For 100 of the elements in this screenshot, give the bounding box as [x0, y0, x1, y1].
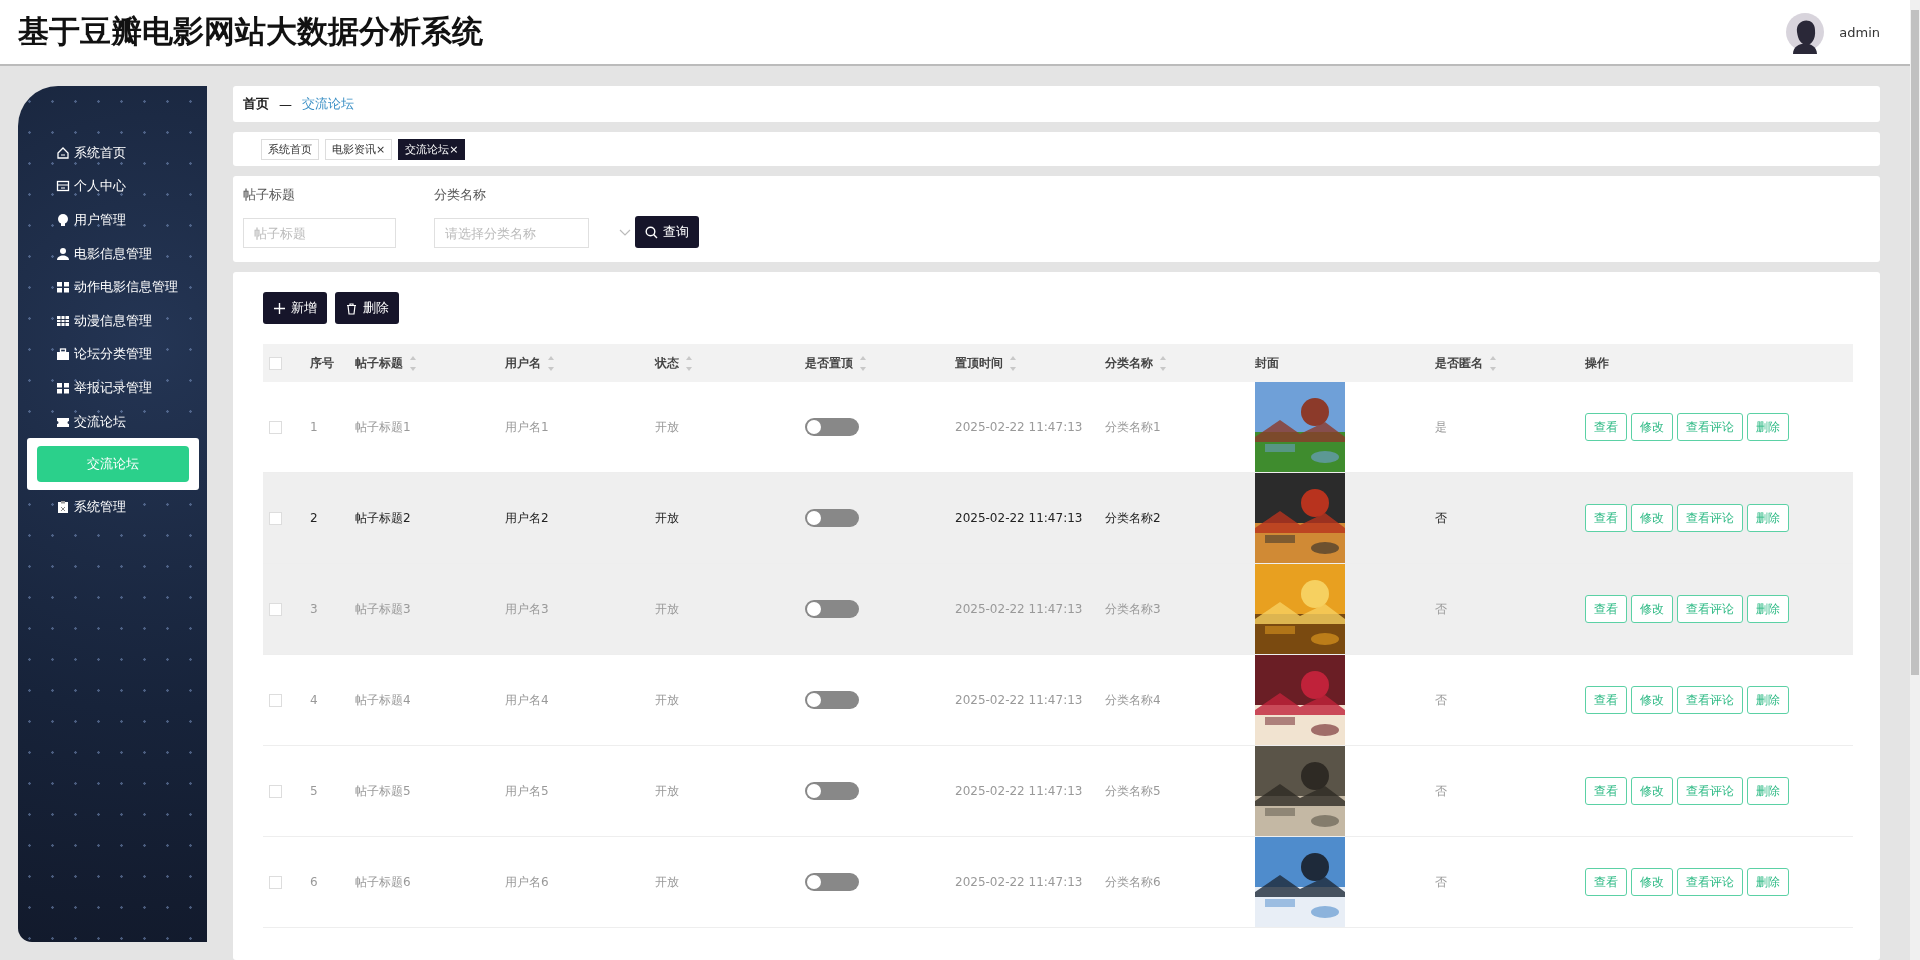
edit-button[interactable]: 修改 [1631, 686, 1673, 714]
chevron-down-icon [619, 229, 631, 237]
row-checkbox[interactable] [269, 693, 282, 707]
delete-button[interactable]: 删除 [1747, 504, 1789, 532]
input-field[interactable]: 帖子标题 [243, 218, 396, 248]
add-button[interactable]: 新增 [263, 292, 327, 324]
select-all-checkbox[interactable] [269, 356, 282, 370]
view-button[interactable]: 查看 [1585, 686, 1627, 714]
view-button[interactable]: 查看 [1585, 777, 1627, 805]
table-row[interactable]: 5 帖子标题5 用户名5 开放 2025-02-22 11:47:13 分类名称5 否 查看 修改 查看评论 删除 [263, 745, 1853, 837]
table-cell: 开放 [655, 783, 679, 798]
table-cell: 3 [310, 602, 318, 616]
search-button[interactable]: 查询 [635, 216, 699, 248]
toggle-switch[interactable] [805, 782, 859, 800]
table-cell: 帖子标题2 [355, 510, 411, 525]
table-cell: 分类名称4 [1105, 692, 1161, 707]
delete-button[interactable]: 删除 [335, 292, 399, 324]
trash-icon [345, 301, 358, 315]
view-button[interactable]: 查看 [1585, 595, 1627, 623]
table-cell: 帖子标题1 [355, 419, 411, 434]
column-header[interactable]: 是否置顶 [805, 354, 867, 372]
table-cell: 5 [310, 784, 318, 798]
sidebar-item[interactable]: 动漫信息管理 [18, 303, 207, 338]
column-header[interactable]: 分类名称 [1105, 354, 1167, 372]
toggle-switch[interactable] [805, 418, 859, 436]
table-cell: 分类名称5 [1105, 783, 1161, 798]
column-header: 序号 [310, 355, 334, 370]
view-button[interactable]: 查看 [1585, 413, 1627, 441]
table-row[interactable]: 2 帖子标题2 用户名2 开放 2025-02-22 11:47:13 分类名称2 否 查看 修改 查看评论 删除 [263, 472, 1853, 564]
edit-button[interactable]: 修改 [1631, 504, 1673, 532]
toggle-switch[interactable] [805, 600, 859, 618]
close-icon[interactable]: × [376, 142, 386, 156]
table-cell: 6 [310, 875, 318, 889]
page-tab[interactable]: 系统首页 [261, 138, 319, 160]
edit-button[interactable]: 修改 [1631, 413, 1673, 441]
delete-button[interactable]: 删除 [1747, 777, 1789, 805]
toggle-switch[interactable] [805, 873, 859, 891]
column-header[interactable]: 用户名 [505, 354, 555, 372]
row-checkbox[interactable] [269, 511, 282, 525]
edit-button[interactable]: 修改 [1631, 868, 1673, 896]
comments-button[interactable]: 查看评论 [1677, 413, 1743, 441]
comments-button[interactable]: 查看评论 [1677, 686, 1743, 714]
table-row[interactable]: 1 帖子标题1 用户名1 开放 2025-02-22 11:47:13 分类名称1 是 查看 修改 查看评论 删除 [263, 382, 1853, 473]
breadcrumb-current: 交流论坛 [302, 95, 354, 113]
column-header[interactable]: 置顶时间 [955, 354, 1017, 372]
column-header[interactable]: 是否匿名 [1435, 354, 1497, 372]
column-header[interactable]: 状态 [655, 354, 693, 372]
comments-button[interactable]: 查看评论 [1677, 504, 1743, 532]
row-checkbox[interactable] [269, 784, 282, 798]
table-cell: 用户名5 [505, 783, 549, 798]
select-field[interactable]: 请选择分类名称 [434, 218, 589, 248]
scrollbar[interactable] [1910, 0, 1920, 960]
table-cell: 帖子标题4 [355, 692, 411, 707]
table-cell: 2025-02-22 11:47:13 [955, 693, 1083, 707]
table-row[interactable]: 6 帖子标题6 用户名6 开放 2025-02-22 11:47:13 分类名称6 否 查看 修改 查看评论 删除 [263, 836, 1853, 928]
table-cell: 开放 [655, 692, 679, 707]
comments-button[interactable]: 查看评论 [1677, 777, 1743, 805]
table-cell: 开放 [655, 601, 679, 616]
sidebar-item[interactable]: 动作电影信息管理 [18, 270, 207, 304]
user-name[interactable]: admin [1839, 24, 1880, 40]
row-checkbox[interactable] [269, 602, 282, 616]
delete-button[interactable]: 删除 [1747, 868, 1789, 896]
page-tab[interactable]: 交流论坛× [398, 138, 466, 160]
table-cell: 2 [310, 511, 318, 525]
submenu-item[interactable]: 交流论坛 [37, 446, 189, 483]
comments-button[interactable]: 查看评论 [1677, 595, 1743, 623]
home-icon [56, 145, 70, 160]
plus-icon [273, 301, 286, 315]
row-checkbox[interactable] [269, 875, 282, 889]
delete-button[interactable]: 删除 [1747, 595, 1789, 623]
table-cell: 分类名称3 [1105, 601, 1161, 616]
close-icon[interactable]: × [449, 142, 459, 156]
sidebar-item[interactable]: 举报记录管理 [18, 371, 207, 405]
sidebar-item[interactable]: 交流论坛 [18, 404, 207, 439]
scrollbar-thumb[interactable] [1911, 10, 1919, 675]
app-title: 基于豆瓣电影网站大数据分析系统 [18, 12, 484, 51]
row-checkbox[interactable] [269, 420, 282, 434]
delete-button[interactable]: 删除 [1747, 413, 1789, 441]
table-row[interactable]: 3 帖子标题3 用户名3 开放 2025-02-22 11:47:13 分类名称3 否 查看 修改 查看评论 删除 [263, 563, 1853, 655]
page-tab[interactable]: 电影资讯× [325, 138, 393, 160]
toggle-switch[interactable] [805, 509, 859, 527]
edit-button[interactable]: 修改 [1631, 595, 1673, 623]
breadcrumb-link[interactable]: 首页 [243, 95, 269, 113]
column-header[interactable]: 帖子标题 [355, 354, 417, 372]
edit-button[interactable]: 修改 [1631, 777, 1673, 805]
toggle-switch[interactable] [805, 691, 859, 709]
column-header: 操作 [1585, 355, 1609, 370]
column-header: 封面 [1255, 355, 1279, 370]
sidebar-item[interactable]: 系统管理 [18, 490, 207, 524]
view-button[interactable]: 查看 [1585, 504, 1627, 532]
person-icon [56, 246, 70, 261]
view-button[interactable]: 查看 [1585, 868, 1627, 896]
comments-button[interactable]: 查看评论 [1677, 868, 1743, 896]
sidebar-item[interactable]: 系统首页 [18, 136, 207, 170]
table-row[interactable]: 4 帖子标题4 用户名4 开放 2025-02-22 11:47:13 分类名称4 否 查看 修改 查看评论 删除 [263, 654, 1853, 746]
sidebar-item[interactable]: 个人中心 [18, 169, 207, 204]
sidebar-item[interactable]: 论坛分类管理 [18, 337, 207, 372]
sidebar-item[interactable]: 用户管理 [18, 203, 207, 237]
sidebar-item[interactable]: 电影信息管理 [18, 236, 207, 271]
delete-button[interactable]: 删除 [1747, 686, 1789, 714]
